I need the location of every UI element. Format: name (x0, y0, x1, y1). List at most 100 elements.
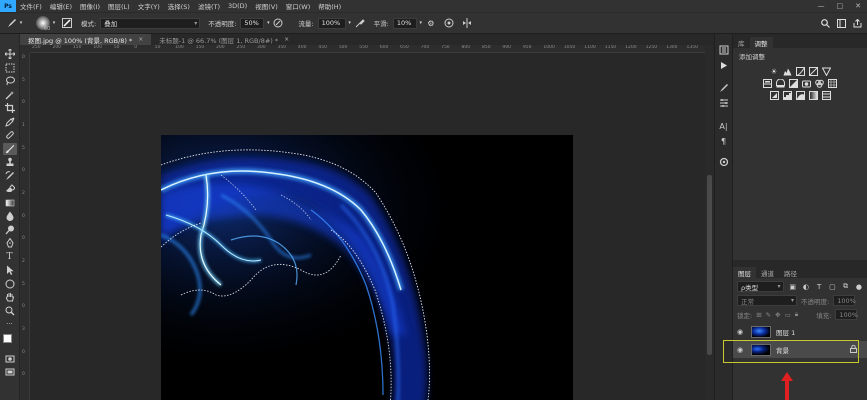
adjustment-filter-icon[interactable]: ◐ (802, 282, 810, 291)
color-balance-icon[interactable] (776, 79, 785, 88)
black-white-icon[interactable] (789, 79, 798, 88)
exposure-icon[interactable] (808, 67, 818, 76)
color-swatches[interactable] (2, 333, 18, 348)
airbrush-icon[interactable] (354, 17, 366, 29)
levels-icon[interactable] (783, 67, 792, 76)
menu-help[interactable]: 帮助(H) (314, 1, 345, 11)
menu-layer[interactable]: 图层(L) (104, 1, 134, 11)
layer-opacity-field[interactable]: 100% (833, 295, 856, 306)
document-workspace[interactable] (30, 53, 705, 400)
vertical-scrollbar[interactable] (705, 45, 714, 400)
character-panel-icon[interactable]: A| (717, 120, 730, 132)
tab-paths[interactable]: 路径 (779, 267, 802, 278)
zoom-tool-icon[interactable] (3, 305, 17, 318)
history-panel-icon[interactable] (717, 44, 730, 56)
chevron-down-icon[interactable]: ▾ (18, 17, 24, 29)
filter-toggle-icon[interactable]: ● (855, 282, 863, 291)
smoothing-settings-icon[interactable]: ⚙ (425, 17, 437, 29)
brush-tool-icon[interactable] (6, 17, 18, 29)
minimize-button[interactable]: — (818, 2, 825, 10)
menu-edit[interactable]: 编辑(E) (46, 1, 76, 11)
lock-position-icon[interactable]: ✥ (775, 311, 780, 319)
visibility-eye-icon[interactable]: ◉ (737, 328, 747, 336)
layer-fill-field[interactable]: 100% (835, 309, 858, 320)
history-brush-icon[interactable] (3, 170, 17, 183)
tab-libraries[interactable]: 库 (733, 37, 750, 48)
crop-tool-icon[interactable] (3, 102, 17, 115)
channel-mixer-icon[interactable] (815, 79, 824, 88)
brightness-icon[interactable]: ☀ (770, 67, 779, 76)
search-icon[interactable] (819, 17, 831, 29)
blend-mode-dropdown[interactable]: 叠加 ▾ (100, 17, 201, 29)
gradient-tool-icon[interactable] (3, 197, 17, 210)
clone-stamp-icon[interactable] (3, 156, 17, 169)
hand-tool-icon[interactable] (3, 291, 17, 304)
path-select-icon[interactable] (3, 264, 17, 277)
layer-name[interactable]: 图层 1 (776, 327, 795, 337)
close-icon[interactable]: × (138, 36, 143, 43)
blur-tool-icon[interactable] (3, 210, 17, 223)
menu-view[interactable]: 视图(V) (251, 1, 282, 11)
flow-field[interactable]: 100% (317, 17, 346, 29)
tab-adjustments[interactable]: 调整 (749, 37, 773, 48)
symmetry-icon[interactable] (461, 17, 473, 29)
hue-saturation-icon[interactable] (763, 79, 772, 88)
properties-panel-icon[interactable] (717, 156, 730, 168)
chevron-down-icon[interactable]: ▾ (264, 17, 272, 29)
curves-icon[interactable] (795, 67, 805, 76)
magic-wand-icon[interactable] (3, 89, 17, 102)
vibrance-icon[interactable] (821, 67, 831, 76)
chevron-down-icon[interactable]: ▾ (417, 17, 425, 29)
menu-3d[interactable]: 3D(D) (224, 2, 251, 10)
menu-type[interactable]: 文字(Y) (134, 1, 164, 11)
play-actions-icon[interactable] (717, 59, 730, 71)
lock-artboard-icon[interactable]: ▭ (785, 311, 791, 319)
menu-select[interactable]: 选择(S) (164, 1, 194, 11)
type-filter-icon[interactable]: T (815, 282, 823, 291)
eraser-icon[interactable] (3, 183, 17, 196)
pixel-filter-icon[interactable]: ▣ (789, 282, 797, 291)
tab-document-1[interactable]: 抠图.jpg @ 100% (背景, RGB/8) * × (20, 34, 152, 45)
close-icon[interactable]: × (284, 36, 289, 43)
color-lookup-icon[interactable] (828, 79, 837, 88)
brush-settings-icon[interactable] (717, 82, 730, 94)
move-tool-icon[interactable] (3, 48, 17, 61)
smoothing-field[interactable]: 10% (392, 17, 417, 29)
opacity-field[interactable]: 50% (240, 17, 265, 29)
lock-paint-icon[interactable]: ✎ (766, 311, 771, 319)
menu-filter[interactable]: 滤镜(T) (194, 1, 224, 11)
more-tools-icon[interactable]: ··· (3, 318, 17, 331)
screen-mode-icon[interactable] (3, 366, 17, 379)
menu-image[interactable]: 图像(I) (76, 1, 104, 11)
paragraph-panel-icon[interactable]: ¶ (717, 135, 730, 147)
pen-tool-icon[interactable] (3, 237, 17, 250)
scrollbar-thumb[interactable] (707, 175, 712, 355)
shape-tool-icon[interactable] (3, 278, 17, 291)
dodge-tool-icon[interactable] (3, 224, 17, 237)
brush-tool-icon[interactable] (2, 142, 17, 155)
chevron-down-icon[interactable]: ▾ (50, 17, 58, 29)
menu-file[interactable]: 文件(F) (16, 1, 46, 11)
healing-brush-icon[interactable] (3, 129, 17, 142)
type-tool-icon[interactable]: T (3, 251, 17, 264)
threshold-icon[interactable] (795, 91, 805, 100)
gradient-map-icon[interactable] (808, 91, 818, 100)
app-logo[interactable]: Ps (0, 0, 16, 12)
layer-kind-dropdown[interactable]: ρ类型 ▾ (737, 281, 784, 292)
tab-document-2[interactable]: 未标题-1 @ 66.7% (图层 1, RGB/8#) * × (151, 34, 297, 45)
tab-layers[interactable]: 图层 (733, 267, 756, 278)
layer-blend-mode-dropdown[interactable]: 正常 ▾ (737, 295, 797, 306)
tab-channels[interactable]: 通道 (756, 267, 779, 278)
marquee-tool-icon[interactable] (3, 62, 17, 75)
brush-panel-icon[interactable] (61, 17, 73, 29)
lasso-tool-icon[interactable] (3, 75, 17, 88)
layer-row-layer-1[interactable]: ◉ 图层 1 (733, 323, 867, 340)
chevron-down-icon[interactable]: ▾ (346, 17, 354, 29)
pressure-opacity-icon[interactable] (272, 17, 284, 29)
menu-window[interactable]: 窗口(W) (282, 1, 315, 11)
pressure-size-icon[interactable] (443, 17, 455, 29)
maximize-button[interactable]: □ (837, 2, 844, 10)
foreground-color-swatch[interactable] (2, 333, 12, 343)
brushes-panel-icon[interactable] (717, 97, 730, 109)
smart-object-filter-icon[interactable]: ⧉ (842, 282, 850, 291)
